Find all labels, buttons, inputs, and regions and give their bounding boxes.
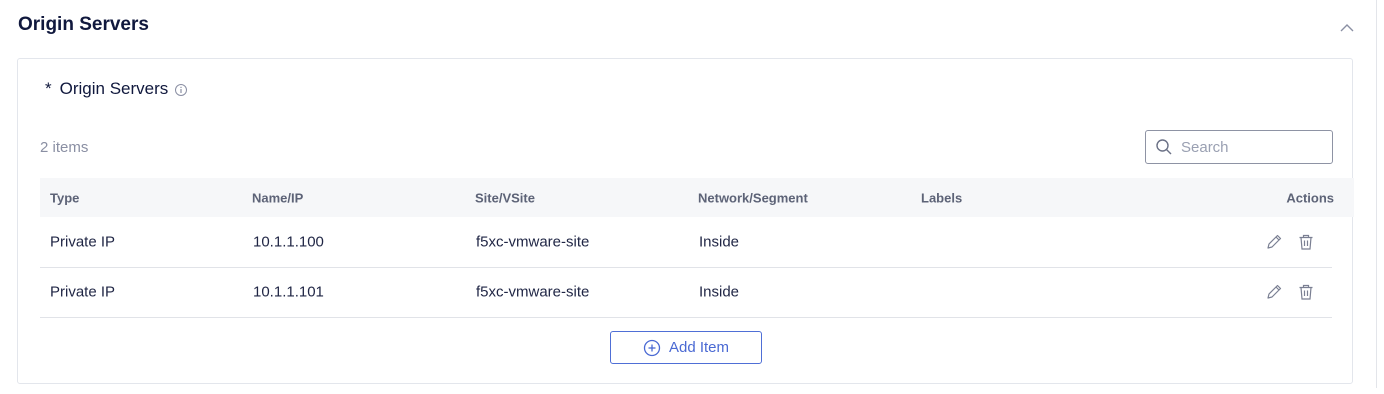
trash-icon[interactable] — [1297, 283, 1315, 301]
column-header-network[interactable]: Network/Segment — [698, 190, 808, 205]
trash-icon[interactable] — [1297, 233, 1315, 251]
search-icon — [1156, 139, 1172, 155]
cell-network: Inside — [699, 233, 740, 251]
item-count: 2 items — [40, 139, 89, 156]
cell-site: f5xc-vmware-site — [476, 233, 590, 251]
column-header-type[interactable]: Type — [50, 190, 79, 205]
column-header-name-ip[interactable]: Name/IP — [252, 190, 303, 205]
table-header: Type Name/IP Site/VSite Network/Segment … — [40, 178, 1354, 217]
cell-name-ip: 10.1.1.100 — [253, 233, 324, 251]
collapse-button[interactable] — [1336, 17, 1358, 39]
edit-icon[interactable] — [1265, 233, 1283, 251]
search-box[interactable] — [1145, 130, 1333, 164]
field-label-text: Origin Servers — [59, 79, 169, 98]
info-icon[interactable] — [174, 82, 188, 96]
origin-servers-card: * Origin Servers 2 items Type Name/IP Si… — [17, 58, 1354, 384]
cell-name-ip: 10.1.1.101 — [253, 283, 324, 301]
cell-type: Private IP — [50, 283, 116, 301]
scrollbar-track — [1376, 0, 1377, 388]
column-header-site[interactable]: Site/VSite — [475, 190, 535, 205]
required-mark: * — [45, 79, 52, 98]
add-item-label: Add Item — [668, 339, 730, 356]
column-header-labels[interactable]: Labels — [921, 190, 962, 205]
plus-circle-icon — [643, 339, 661, 356]
add-item-button[interactable]: Add Item — [610, 331, 762, 364]
table-row: Private IP 10.1.1.100 f5xc-vmware-site I… — [40, 217, 1332, 268]
table-row: Private IP 10.1.1.101 f5xc-vmware-site I… — [40, 267, 1332, 318]
search-input[interactable] — [1179, 137, 1323, 157]
cell-site: f5xc-vmware-site — [476, 283, 590, 301]
column-header-actions: Actions — [1286, 190, 1334, 205]
edit-icon[interactable] — [1265, 283, 1283, 301]
cell-type: Private IP — [50, 233, 116, 251]
field-label: * Origin Servers — [45, 79, 188, 99]
section-title: Origin Servers — [18, 14, 149, 35]
chevron-up-icon — [1340, 24, 1354, 32]
cell-network: Inside — [699, 283, 740, 301]
